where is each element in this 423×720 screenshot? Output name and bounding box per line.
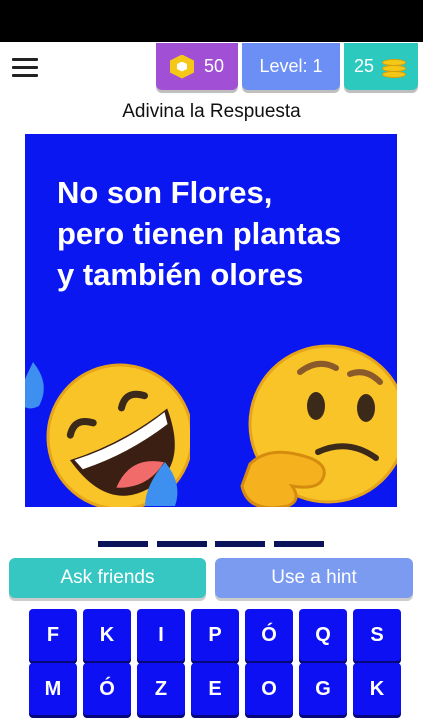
keyboard-key[interactable]: M <box>29 663 77 715</box>
hexagon-gem-icon <box>169 54 194 79</box>
answer-slots <box>0 541 423 547</box>
coins-counter[interactable]: 25 <box>344 43 418 90</box>
keyboard-key[interactable]: G <box>299 663 347 715</box>
answer-slot <box>157 541 207 547</box>
keyboard-key[interactable]: S <box>353 609 401 661</box>
page-title: Adivina la Respuesta <box>122 101 301 122</box>
puzzle-line: y también olores <box>57 257 304 292</box>
status-bar <box>0 0 423 42</box>
answer-slot <box>98 541 148 547</box>
coins-count: 25 <box>353 56 375 76</box>
use-hint-button[interactable]: Use a hint <box>215 558 413 598</box>
gems-counter[interactable]: 50 <box>156 43 238 90</box>
gems-count: 50 <box>203 56 225 76</box>
menu-icon-bar <box>12 58 38 61</box>
keyboard-key[interactable]: Ó <box>245 609 293 661</box>
level-label: Level: 1 <box>259 56 323 76</box>
ask-friends-button[interactable]: Ask friends <box>9 558 206 598</box>
keyboard-key[interactable]: Ó <box>83 663 131 715</box>
keyboard-key[interactable]: I <box>137 609 185 661</box>
keyboard-key[interactable]: K <box>353 663 401 715</box>
coin-stack-icon <box>380 55 408 79</box>
level-indicator: Level: 1 <box>242 43 340 90</box>
menu-icon-bar <box>12 74 38 77</box>
menu-button[interactable] <box>12 56 38 80</box>
puzzle-text: No son Flores, pero tienen plantas y tam… <box>57 172 387 295</box>
keyboard-key[interactable]: Z <box>137 663 185 715</box>
keyboard-key[interactable]: K <box>83 609 131 661</box>
puzzle-image: No son Flores, pero tienen plantas y tam… <box>25 134 397 507</box>
thinking-face-emoji-icon <box>240 344 397 507</box>
keyboard-key[interactable]: Q <box>299 609 347 661</box>
keyboard-key[interactable]: P <box>191 609 239 661</box>
answer-slot <box>215 541 265 547</box>
rolling-on-floor-laughing-emoji-icon <box>25 362 190 507</box>
answer-slot <box>274 541 324 547</box>
keyboard-key[interactable]: F <box>29 609 77 661</box>
menu-icon-bar <box>12 66 38 69</box>
puzzle-line: pero tienen plantas <box>57 216 342 251</box>
keyboard-key[interactable]: E <box>191 663 239 715</box>
keyboard-key[interactable]: O <box>245 663 293 715</box>
puzzle-line: No son Flores, <box>57 175 273 210</box>
